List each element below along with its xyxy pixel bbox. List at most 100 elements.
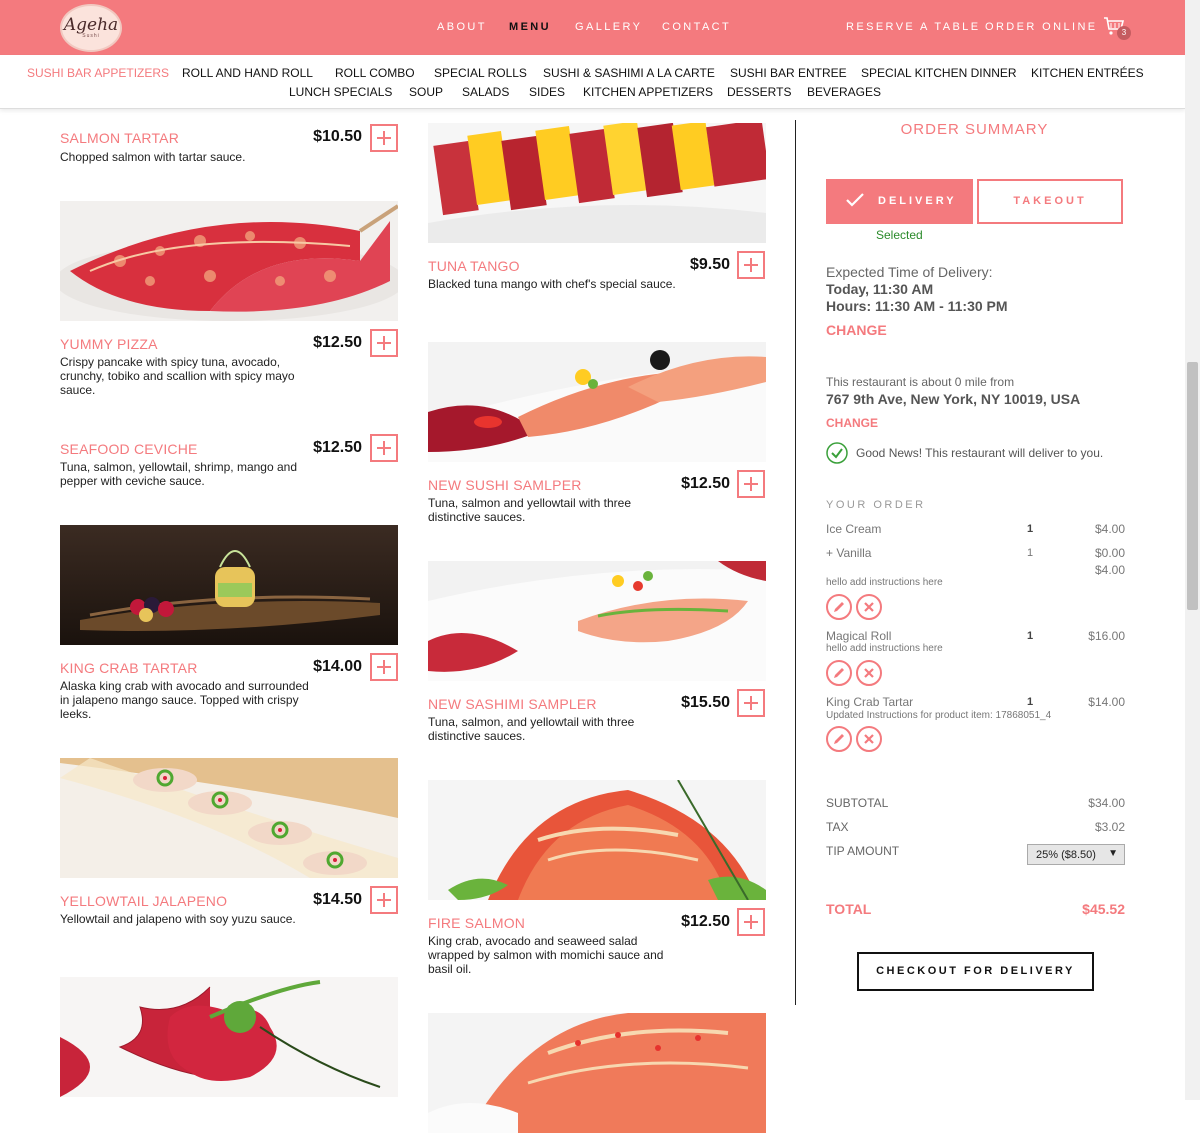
check-icon xyxy=(846,193,864,207)
pencil-icon xyxy=(834,668,844,678)
edit-item-button[interactable] xyxy=(826,660,852,686)
item-desc-seafood-ceviche: Tuna, salmon, yellowtail, shrimp, mango … xyxy=(60,460,297,488)
yummy-pizza-photo xyxy=(60,201,398,321)
nav-gallery[interactable]: GALLERY xyxy=(575,21,642,33)
change-address-link[interactable]: CHANGE xyxy=(826,416,878,430)
tip-amount-label: TIP AMOUNT xyxy=(826,844,900,858)
fire-salmon-photo xyxy=(428,780,766,900)
category-special-rolls[interactable]: SPECIAL ROLLS xyxy=(434,66,527,80)
category-salads[interactable]: SALADS xyxy=(462,85,509,99)
category-roll-and-hand-roll[interactable]: ROLL AND HAND ROLL xyxy=(182,66,313,80)
your-order-heading: YOUR ORDER xyxy=(826,499,926,511)
nav-reserve-table[interactable]: RESERVE A TABLE xyxy=(846,21,980,33)
new-sashimi-sampler-photo xyxy=(428,561,766,681)
category-special-kitchen-dinner[interactable]: SPECIAL KITCHEN DINNER xyxy=(861,66,1017,80)
tax-value: $3.02 xyxy=(1094,820,1125,834)
item-name-fire-salmon: FIRE SALMON xyxy=(428,915,526,931)
item-price-fire-salmon: $12.50 xyxy=(681,913,730,930)
item-desc-tuna-tango: Blacked tuna mango with chef's special s… xyxy=(428,277,676,291)
nav-order-online[interactable]: ORDER ONLINE xyxy=(985,21,1098,33)
tuna-flower-photo xyxy=(60,977,398,1097)
category-sushi-sashimi-a-la-carte[interactable]: SUSHI & SASHIMI A LA CARTE xyxy=(543,66,715,80)
add-salmon-tartar-button[interactable] xyxy=(370,124,398,152)
category-kitchen-appetizers[interactable]: KITCHEN APPETIZERS xyxy=(583,85,713,99)
change-time-link[interactable]: CHANGE xyxy=(826,322,887,338)
category-sides[interactable]: SIDES xyxy=(529,85,565,99)
good-news-text: Good News! This restaurant will deliver … xyxy=(856,446,1104,460)
page-scrollbar-thumb[interactable] xyxy=(1187,362,1198,610)
order-summary-title: ORDER SUMMARY xyxy=(900,121,1049,138)
item-price-tuna-tango: $9.50 xyxy=(689,256,730,273)
order-line-qty: 1 xyxy=(1027,523,1034,535)
item-price-new-sushi-sampler: $12.50 xyxy=(681,475,730,492)
close-icon xyxy=(864,602,874,612)
delivery-button[interactable]: DELIVERY xyxy=(826,179,973,224)
item-price-seafood-ceviche: $12.50 xyxy=(313,439,362,456)
takeout-button[interactable]: TAKEOUT xyxy=(977,179,1123,224)
tuna-tango-photo xyxy=(428,123,766,243)
distance-text: This restaurant is about 0 mile from xyxy=(826,375,1015,389)
cart-count-badge: 3 xyxy=(1117,26,1131,40)
category-roll-combo[interactable]: ROLL COMBO xyxy=(335,66,415,80)
category-sushi-bar-appetizers[interactable]: SUSHI BAR APPETIZERS xyxy=(27,66,169,80)
category-sushi-bar-entree[interactable]: SUSHI BAR ENTREE xyxy=(730,66,847,80)
checkout-button[interactable]: CHECKOUT FOR DELIVERY xyxy=(857,952,1094,991)
nav-contact[interactable]: CONTACT xyxy=(662,21,731,33)
order-line-price: $16.00 xyxy=(1088,629,1125,643)
nav-about[interactable]: ABOUT xyxy=(437,21,487,33)
order-line-qty: 1 xyxy=(1027,696,1034,708)
order-line-note: Updated Instructions for product item: 1… xyxy=(826,710,1052,721)
item-name-king-crab-tartar: KING CRAB TARTAR xyxy=(60,660,198,676)
restaurant-hours: Hours: 11:30 AM - 11:30 PM xyxy=(826,298,1008,314)
item-price-salmon-tartar: $10.50 xyxy=(313,128,362,145)
expected-time-label: Expected Time of Delivery: xyxy=(826,264,993,280)
delivery-label: DELIVERY xyxy=(878,195,957,207)
order-line-name: Ice Cream xyxy=(826,522,882,536)
add-tuna-tango-button[interactable] xyxy=(737,251,765,279)
item-price-yellowtail-jalapeno: $14.50 xyxy=(313,891,362,908)
close-icon xyxy=(864,734,874,744)
category-desserts[interactable]: DESSERTS xyxy=(727,85,791,99)
remove-item-button[interactable] xyxy=(856,594,882,620)
add-yellowtail-jalapeno-button[interactable] xyxy=(370,886,398,914)
add-new-sashimi-sampler-button[interactable] xyxy=(737,689,765,717)
edit-item-button[interactable] xyxy=(826,594,852,620)
item-desc-yummy-pizza: Crispy pancake with spicy tuna, avocado,… xyxy=(60,355,295,397)
column-divider xyxy=(795,120,796,1005)
pencil-icon xyxy=(834,734,844,744)
order-line-modifier-name: + Vanilla xyxy=(826,546,872,560)
add-new-sushi-sampler-button[interactable] xyxy=(737,470,765,498)
category-beverages[interactable]: BEVERAGES xyxy=(807,85,881,99)
item-desc-new-sashimi-sampler: Tuna, salmon, and yellowtail with three … xyxy=(428,715,635,743)
total-value: $45.52 xyxy=(1082,901,1125,917)
add-yummy-pizza-button[interactable] xyxy=(370,329,398,357)
total-label: TOTAL xyxy=(826,901,872,917)
item-name-seafood-ceviche: SEAFOOD CEVICHE xyxy=(60,441,198,457)
add-king-crab-tartar-button[interactable] xyxy=(370,653,398,681)
add-seafood-ceviche-button[interactable] xyxy=(370,434,398,462)
item-desc-salmon-tartar: Chopped salmon with tartar sauce. xyxy=(60,150,246,164)
item-name-salmon-tartar: SALMON TARTAR xyxy=(60,130,180,146)
item-name-yummy-pizza: YUMMY PIZZA xyxy=(60,336,158,352)
category-lunch-specials[interactable]: LUNCH SPECIALS xyxy=(289,85,392,99)
add-fire-salmon-button[interactable] xyxy=(737,908,765,936)
cart-button[interactable]: 3 xyxy=(1103,14,1133,42)
king-crab-tartar-photo xyxy=(60,525,398,645)
remove-item-button[interactable] xyxy=(856,660,882,686)
category-kitchen-entrees[interactable]: KITCHEN ENTRÉES xyxy=(1031,66,1144,80)
ageha-logo[interactable]: Ageha Sushi xyxy=(60,4,122,52)
logo-subtext: Sushi xyxy=(82,33,100,39)
subtotal-value: $34.00 xyxy=(1088,796,1125,810)
tip-amount-select[interactable]: 25% ($8.50) ▼ xyxy=(1027,844,1125,865)
category-soup[interactable]: SOUP xyxy=(409,85,443,99)
top-navigation-bar: Ageha Sushi ABOUT MENU GALLERY CONTACT R… xyxy=(0,0,1185,55)
item-name-tuna-tango: TUNA TANGO xyxy=(428,258,520,274)
logo-text: Ageha xyxy=(63,15,119,35)
order-line-price: $14.00 xyxy=(1088,695,1125,709)
check-circle-icon xyxy=(826,442,848,464)
nav-menu[interactable]: MENU xyxy=(509,21,551,33)
edit-item-button[interactable] xyxy=(826,726,852,752)
order-line-subtotal: $4.00 xyxy=(1094,563,1125,577)
item-name-yellowtail-jalapeno: YELLOWTAIL JALAPENO xyxy=(60,893,228,909)
remove-item-button[interactable] xyxy=(856,726,882,752)
